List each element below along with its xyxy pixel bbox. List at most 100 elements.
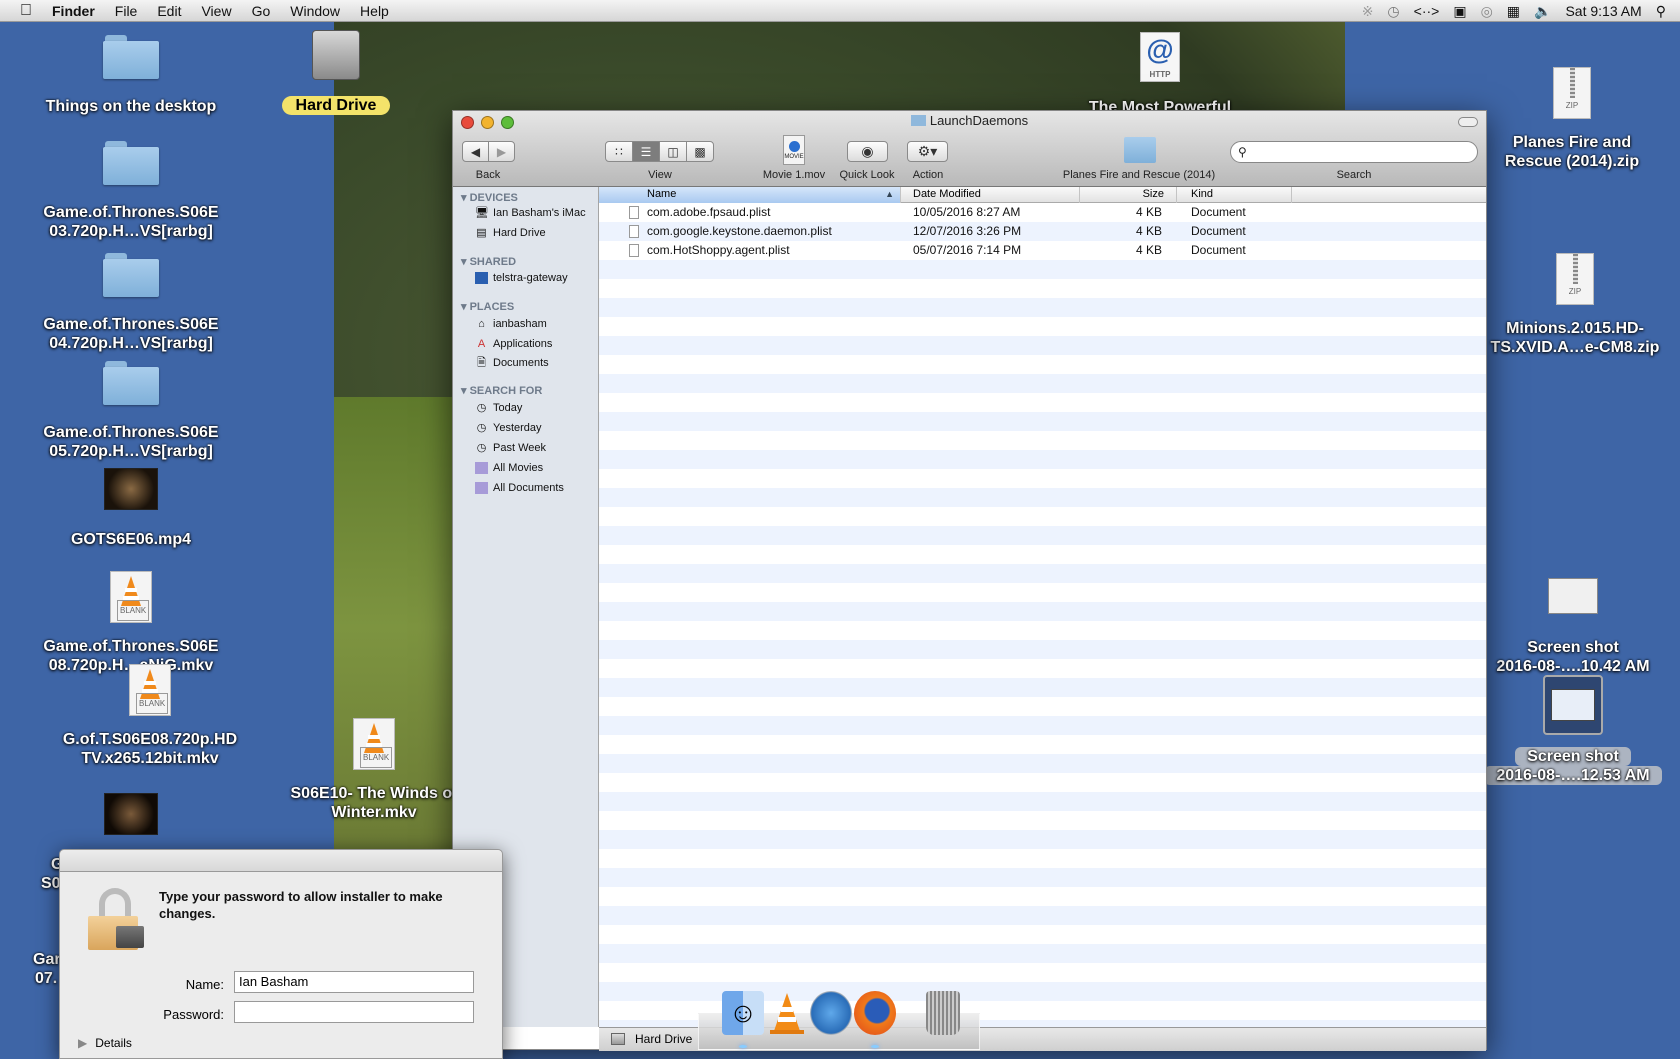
password-field[interactable] (234, 1001, 474, 1023)
sidebar-item-imac[interactable]: 🖥 Ian Basham's iMac (475, 207, 586, 219)
display-icon[interactable]: ▣ (1453, 3, 1466, 20)
forward-button[interactable]: ▶ (488, 141, 515, 162)
icon-label: Game.of.Thrones.S06E (43, 424, 219, 441)
desktop-icon-got-08-anig[interactable]: BLANK Game.of.Thrones.S06E08.720p.H…aNiG… (21, 571, 241, 675)
planes-folder-label[interactable]: Planes Fire and Rescue (2014) (1063, 169, 1215, 181)
search-label: Search (1336, 169, 1372, 181)
vlc-file-icon: BLANK (353, 718, 395, 770)
sidebar-item-telstra-gateway[interactable]: telstra-gateway (475, 272, 568, 284)
menu-window[interactable]: Window (280, 0, 350, 22)
search-field[interactable]: ⚲ (1230, 141, 1478, 163)
clock[interactable]: Sat 9:13 AM (1565, 3, 1641, 19)
back-button[interactable]: ◀ (462, 141, 489, 162)
table-row[interactable]: com.HotShoppy.agent.plist 05/07/2016 7:14… (599, 241, 1486, 260)
authentication-dialog: Type your password to allow installer to… (59, 849, 503, 1059)
details-disclosure[interactable]: ▶ Details (78, 1036, 132, 1050)
name-field[interactable]: Ian Basham (234, 971, 474, 993)
dock-trash-icon[interactable] (926, 991, 960, 1035)
table-row[interactable]: com.adobe.fpsaud.plist 10/05/2016 8:27 AM… (599, 203, 1486, 222)
menu-finder[interactable]: Finder (42, 0, 105, 22)
sort-ascending-icon: ▲ (885, 189, 894, 199)
file-list: Name ▲ Date Modified Size Kind com.adobe.… (599, 187, 1486, 1027)
section-shared[interactable]: ▾ SHARED (461, 255, 516, 268)
wifi-icon[interactable]: ◎ (1481, 3, 1493, 20)
sidebar-item-ianbasham[interactable]: ⌂ ianbasham (475, 318, 547, 330)
vlc-file-icon: BLANK (110, 571, 152, 623)
dock-vlc-icon[interactable] (766, 991, 808, 1035)
sidebar-item-hard-drive[interactable]: ▤ Hard Drive (475, 227, 545, 239)
section-devices[interactable]: ▾ DEVICES (461, 191, 518, 204)
sidebar-item-all-movies[interactable]: All Movies (475, 462, 543, 474)
table-row[interactable]: com.google.keystone.daemon.plist 12/07/20… (599, 222, 1486, 241)
bluetooth-icon[interactable]: ※ (1362, 3, 1374, 20)
menu-go[interactable]: Go (242, 0, 281, 22)
desktop-icon-got-05[interactable]: Game.of.Thrones.S06E 05.720p.H…VS[rarbg] (21, 361, 241, 461)
dock-safari-icon[interactable] (810, 991, 852, 1035)
sidebar-item-documents[interactable]: 🗎 Documents (475, 357, 549, 369)
coverflow-view-button[interactable]: ▩ (686, 141, 714, 162)
window-title-text: LaunchDaemons (929, 113, 1029, 128)
dock-firefox-icon[interactable] (854, 991, 896, 1035)
folder-icon[interactable] (1124, 137, 1156, 163)
finder-toolbar: LaunchDaemons ◀ ▶ Back ∷ ☰ ◫ ▩ View MOVI… (453, 111, 1486, 187)
section-search-for[interactable]: ▾ SEARCH FOR (461, 384, 542, 397)
spotlight-icon[interactable]: ⚲ (1656, 3, 1666, 20)
documents-icon: 🗎 (477, 357, 486, 369)
sidebar-item-yesterday[interactable]: ◷ Yesterday (475, 422, 542, 434)
time-machine-icon[interactable]: ◷ (1387, 3, 1399, 20)
desktop-icon-planes-zip[interactable]: ZIP Planes Fire and Rescue (2014).zip (1462, 67, 1680, 171)
menu-view[interactable]: View (191, 0, 241, 22)
column-header-name[interactable]: Name ▲ (599, 187, 901, 203)
path-item-hard-drive[interactable]: Hard Drive (635, 1032, 692, 1046)
desktop-icon-hard-drive[interactable]: Hard Drive (226, 30, 446, 115)
icon-view-button[interactable]: ∷ (605, 141, 633, 162)
desktop-icon-things-on-desktop[interactable]: Things on the desktop (21, 35, 241, 116)
action-button[interactable]: ⚙▾ (907, 141, 948, 162)
desktop-icon-got-04[interactable]: Game.of.Thrones.S06E 04.720p.H…VS[rarbg] (21, 253, 241, 353)
column-view-button[interactable]: ◫ (659, 141, 687, 162)
quick-look-button[interactable]: ◉ (847, 141, 888, 162)
toolbar-toggle-button[interactable] (1458, 117, 1478, 127)
sidebar-item-all-documents[interactable]: All Documents (475, 482, 564, 494)
movie-label[interactable]: Movie 1.mov (763, 169, 825, 181)
apple-menu-icon[interactable]:  (0, 0, 42, 22)
input-menu-icon[interactable]: ▦ (1507, 3, 1520, 20)
list-view-button[interactable]: ☰ (632, 141, 660, 162)
menu-bar:  Finder File Edit View Go Window Help ※… (0, 0, 1680, 22)
menu-file[interactable]: File (105, 0, 148, 22)
menu-edit[interactable]: Edit (147, 0, 191, 22)
dock-finder-icon[interactable]: ☺ (722, 991, 764, 1035)
column-header-size[interactable]: Size (1080, 187, 1177, 203)
desktop-icon-most-powerful[interactable]: @ HTTP The Most Powerful (1050, 32, 1270, 117)
dock: ☺ (698, 991, 980, 1050)
desktop-icon-winds-of-winter[interactable]: BLANK S06E10- The Winds of Winter.mkv (264, 718, 484, 822)
icon-label: Game.of.Thrones.S06E (43, 204, 219, 221)
column-header-kind[interactable]: Kind (1177, 187, 1292, 203)
screenshot-thumbnail-icon (1543, 675, 1603, 735)
desktop-icon-got-03[interactable]: Game.of.Thrones.S06E 03.720p.H…VS[rarbg] (21, 141, 241, 241)
home-icon: ⌂ (478, 318, 485, 330)
icon-label: TV.x265.12bit.mkv (81, 750, 219, 767)
dialog-message: Type your password to allow installer to… (159, 889, 443, 921)
desktop-icon-got-08-x265[interactable]: BLANK G.of.T.S06E08.720p.HD TV.x265.12bit… (40, 664, 260, 768)
icon-label: 2016-08-….12.53 AM (1484, 766, 1662, 785)
network-arrows-icon[interactable]: <··> (1414, 3, 1440, 19)
sidebar-item-past-week[interactable]: ◷ Past Week (475, 442, 546, 454)
section-places[interactable]: ▾ PLACES (461, 300, 514, 313)
icon-label: Game.of.Thrones.S06E (43, 638, 219, 655)
desktop-icon-screenshot-1042[interactable]: Screen shot 2016-08-….10.42 AM (1463, 578, 1680, 676)
movie-file-icon[interactable]: MOVIE (783, 135, 805, 165)
menu-help[interactable]: Help (350, 0, 399, 22)
folder-icon (910, 115, 926, 126)
icon-label: Game.of.Thrones.S06E (43, 316, 219, 333)
sidebar-item-applications[interactable]: A Applications (475, 338, 553, 350)
volume-icon[interactable]: 🔈 (1534, 3, 1551, 20)
hard-drive-icon (312, 30, 360, 80)
desktop-icon-gots6e06[interactable]: GOTS6E06.mp4 (21, 468, 241, 549)
desktop-icon-minions-zip[interactable]: ZIP Minions.2.015.HD- TS.XVID.A…e-CM8.zip (1465, 253, 1680, 357)
sidebar-item-today[interactable]: ◷ Today (475, 402, 523, 414)
clock-icon: ◷ (476, 422, 487, 434)
column-header-date[interactable]: Date Modified (901, 187, 1080, 203)
document-icon (629, 225, 639, 238)
desktop-icon-screenshot-1253[interactable]: Screen shot 2016-08-….12.53 AM (1463, 675, 1680, 785)
